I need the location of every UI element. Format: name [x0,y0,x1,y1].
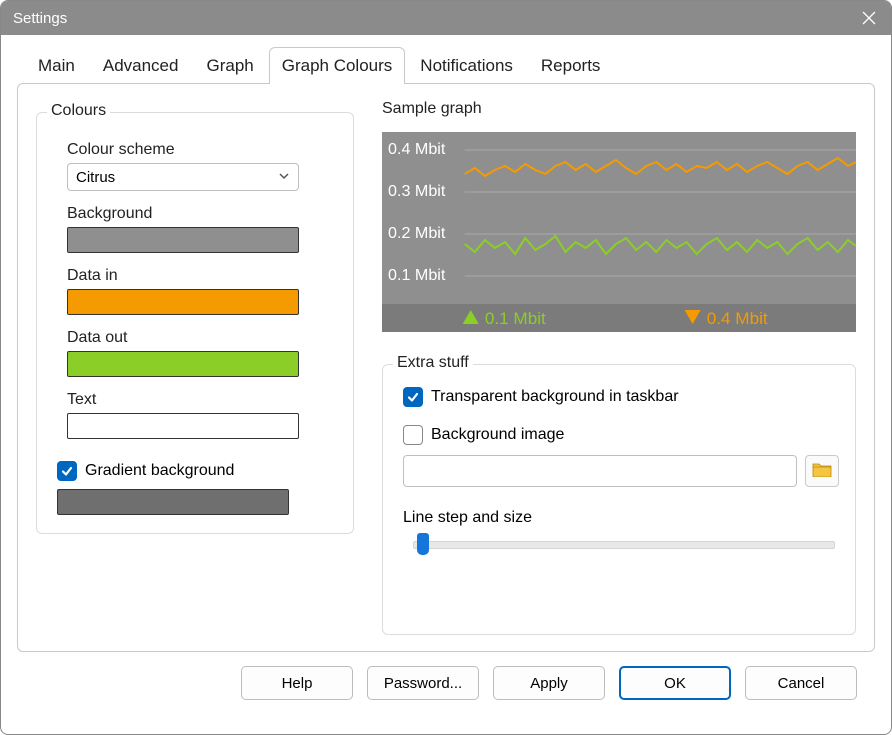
bgimage-label: Background image [431,426,564,444]
apply-button[interactable]: Apply [493,666,605,700]
gradient-checkbox[interactable] [57,461,77,481]
line-step-label: Line step and size [403,509,839,527]
line-step-slider[interactable] [403,533,835,557]
svg-text:0.4 Mbit: 0.4 Mbit [388,140,446,158]
folder-icon [812,461,832,482]
bgimage-checkbox[interactable] [403,425,423,445]
browse-button[interactable] [805,455,839,487]
tab-advanced[interactable]: Advanced [90,47,192,84]
text-label: Text [67,391,337,409]
svg-text:0.4 Mbit: 0.4 Mbit [707,309,768,328]
tab-panel: Colours Colour scheme Citrus Background [17,83,875,652]
right-column: Sample graph 0.4 Mbit 0.3 Mbit 0.2 Mbit … [382,100,856,635]
colours-column: Colours Colour scheme Citrus Background [36,100,354,635]
gradient-swatch[interactable] [57,489,289,515]
tab-strip: Main Advanced Graph Graph Colours Notifi… [25,47,875,84]
svg-text:0.3 Mbit: 0.3 Mbit [388,182,446,200]
svg-text:0.1 Mbit: 0.1 Mbit [485,309,546,328]
colour-scheme-value: Citrus [76,169,115,186]
colours-legend: Colours [47,102,110,120]
bgimage-path-input[interactable] [403,455,797,487]
data-in-swatch[interactable] [67,289,299,315]
gradient-label: Gradient background [85,462,234,480]
svg-text:0.1 Mbit: 0.1 Mbit [388,266,446,284]
tab-graph[interactable]: Graph [193,47,266,84]
transparent-label: Transparent background in taskbar [431,388,679,406]
text-swatch[interactable] [67,413,299,439]
settings-window: Settings Main Advanced Graph Graph Colou… [0,0,892,735]
cancel-button[interactable]: Cancel [745,666,857,700]
colour-scheme-select[interactable]: Citrus [67,163,299,191]
tab-main[interactable]: Main [25,47,88,84]
extra-legend: Extra stuff [393,354,473,372]
transparent-checkbox[interactable] [403,387,423,407]
tab-graph-colours[interactable]: Graph Colours [269,47,406,84]
colours-group: Colours Colour scheme Citrus Background [36,112,354,534]
titlebar: Settings [1,1,891,35]
chevron-down-icon [278,169,290,186]
tab-notifications[interactable]: Notifications [407,47,526,84]
extra-group: Extra stuff Transparent background in ta… [382,364,856,635]
colour-scheme-label: Colour scheme [67,141,337,159]
data-out-swatch[interactable] [67,351,299,377]
close-icon[interactable] [859,8,879,28]
data-in-label: Data in [67,267,337,285]
dialog-body: Main Advanced Graph Graph Colours Notifi… [1,35,891,734]
svg-text:0.2 Mbit: 0.2 Mbit [388,224,446,242]
sample-graph-title: Sample graph [382,100,856,118]
tab-reports[interactable]: Reports [528,47,614,84]
background-swatch[interactable] [67,227,299,253]
sample-graph: 0.4 Mbit 0.3 Mbit 0.2 Mbit 0.1 Mbit 0.1 … [382,132,856,332]
slider-thumb[interactable] [417,533,429,555]
window-title: Settings [13,10,67,27]
dialog-footer: Help Password... Apply OK Cancel [17,652,875,718]
slider-track [413,541,835,549]
help-button[interactable]: Help [241,666,353,700]
background-label: Background [67,205,337,223]
data-out-label: Data out [67,329,337,347]
password-button[interactable]: Password... [367,666,479,700]
ok-button[interactable]: OK [619,666,731,700]
